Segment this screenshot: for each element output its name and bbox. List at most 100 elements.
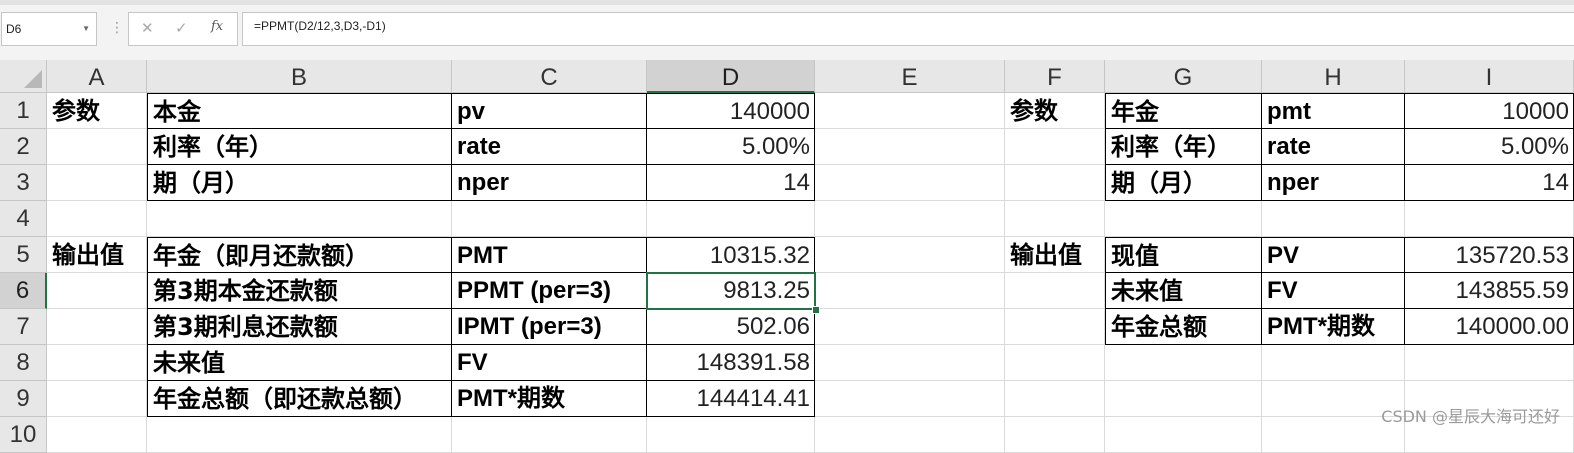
cell-e3[interactable] [815, 165, 1005, 201]
cell-d2[interactable]: 5.00% [647, 129, 815, 165]
cell-c9[interactable]: PMT*期数 [452, 381, 647, 417]
cell-a4[interactable] [47, 201, 147, 237]
cell-b1[interactable]: 本金 [147, 93, 452, 129]
row-header-9[interactable]: 9 [0, 381, 47, 417]
insert-function-icon[interactable]: fx [211, 19, 223, 34]
cell-b7[interactable]: 第3期利息还款额 [147, 309, 452, 345]
cancel-icon[interactable]: ✕ [141, 19, 154, 37]
cell-d7[interactable]: 502.06 [647, 309, 815, 345]
cell-c5[interactable]: PMT [452, 237, 647, 273]
cell-i4[interactable] [1405, 201, 1574, 237]
cell-c6[interactable]: PPMT (per=3) [452, 273, 647, 309]
cell-f3[interactable] [1005, 165, 1105, 201]
drag-handle-icon[interactable]: ⋮ [110, 18, 124, 38]
column-header-b[interactable]: B [147, 60, 452, 93]
formula-input[interactable]: =PPMT(D2/12,3,D3,-D1) [242, 12, 1574, 46]
cell-c10[interactable] [452, 417, 647, 453]
cell-h2[interactable]: rate [1262, 129, 1405, 165]
cell-i1[interactable]: 10000 [1405, 93, 1574, 129]
cell-h4[interactable] [1262, 201, 1405, 237]
column-header-h[interactable]: H [1262, 60, 1405, 93]
cell-d9[interactable]: 144414.41 [647, 381, 815, 417]
cell-a3[interactable] [47, 165, 147, 201]
cell-b6[interactable]: 第3期本金还款额 [147, 273, 452, 309]
enter-icon[interactable]: ✓ [175, 19, 188, 37]
cell-d3[interactable]: 14 [647, 165, 815, 201]
row-header-5[interactable]: 5 [0, 237, 47, 273]
cell-a6[interactable] [47, 273, 147, 309]
cell-h5[interactable]: PV [1262, 237, 1405, 273]
cell-f8[interactable] [1005, 345, 1105, 381]
cell-i2[interactable]: 5.00% [1405, 129, 1574, 165]
row-header-6[interactable]: 6 [0, 273, 47, 309]
cell-d6[interactable]: 9813.25 [647, 273, 815, 309]
row-header-8[interactable]: 8 [0, 345, 47, 381]
cell-a9[interactable] [47, 381, 147, 417]
cell-e2[interactable] [815, 129, 1005, 165]
cell-d1[interactable]: 140000 [647, 93, 815, 129]
cell-h1[interactable]: pmt [1262, 93, 1405, 129]
row-header-7[interactable]: 7 [0, 309, 47, 345]
cell-d4[interactable] [647, 201, 815, 237]
cell-c2[interactable]: rate [452, 129, 647, 165]
cell-e1[interactable] [815, 93, 1005, 129]
column-header-i[interactable]: I [1405, 60, 1574, 93]
cell-g4[interactable] [1105, 201, 1262, 237]
cell-g6[interactable]: 未来值 [1105, 273, 1262, 309]
cell-h3[interactable]: nper [1262, 165, 1405, 201]
cell-b2[interactable]: 利率（年） [147, 129, 452, 165]
cell-f7[interactable] [1005, 309, 1105, 345]
cell-g8[interactable] [1105, 345, 1262, 381]
cell-c4[interactable] [452, 201, 647, 237]
cell-b8[interactable]: 未来值 [147, 345, 452, 381]
row-header-4[interactable]: 4 [0, 201, 47, 237]
cell-c3[interactable]: nper [452, 165, 647, 201]
cell-e10[interactable] [815, 417, 1005, 453]
cell-c1[interactable]: pv [452, 93, 647, 129]
row-header-2[interactable]: 2 [0, 129, 47, 165]
name-box[interactable]: D6 ▼ [1, 12, 97, 46]
cell-e9[interactable] [815, 381, 1005, 417]
cell-d10[interactable] [647, 417, 815, 453]
column-header-f[interactable]: F [1005, 60, 1105, 93]
cell-e6[interactable] [815, 273, 1005, 309]
column-header-c[interactable]: C [452, 60, 647, 93]
cell-d8[interactable]: 148391.58 [647, 345, 815, 381]
column-header-g[interactable]: G [1105, 60, 1262, 93]
cell-g3[interactable]: 期（月） [1105, 165, 1262, 201]
cell-g10[interactable] [1105, 417, 1262, 453]
cell-a8[interactable] [47, 345, 147, 381]
cell-e4[interactable] [815, 201, 1005, 237]
cell-b5[interactable]: 年金（即月还款额） [147, 237, 452, 273]
cell-i5[interactable]: 135720.53 [1405, 237, 1574, 273]
cell-g9[interactable] [1105, 381, 1262, 417]
cell-f9[interactable] [1005, 381, 1105, 417]
cell-h8[interactable] [1262, 345, 1405, 381]
cell-f5[interactable]: 输出值 [1005, 237, 1105, 273]
select-all-corner[interactable] [0, 60, 47, 93]
cell-f1[interactable]: 参数 [1005, 93, 1105, 129]
row-header-10[interactable]: 10 [0, 417, 47, 453]
cell-e8[interactable] [815, 345, 1005, 381]
cell-a10[interactable] [47, 417, 147, 453]
cell-g2[interactable]: 利率（年） [1105, 129, 1262, 165]
cell-f10[interactable] [1005, 417, 1105, 453]
cell-a7[interactable] [47, 309, 147, 345]
cell-f6[interactable] [1005, 273, 1105, 309]
cell-b3[interactable]: 期（月） [147, 165, 452, 201]
cell-i7[interactable]: 140000.00 [1405, 309, 1574, 345]
cell-c7[interactable]: IPMT (per=3) [452, 309, 647, 345]
row-header-3[interactable]: 3 [0, 165, 47, 201]
cell-g1[interactable]: 年金 [1105, 93, 1262, 129]
cell-f4[interactable] [1005, 201, 1105, 237]
column-header-d[interactable]: D [647, 60, 815, 93]
cell-e7[interactable] [815, 309, 1005, 345]
cell-g5[interactable]: 现值 [1105, 237, 1262, 273]
cell-b10[interactable] [147, 417, 452, 453]
column-header-e[interactable]: E [815, 60, 1005, 93]
cell-b4[interactable] [147, 201, 452, 237]
cell-i8[interactable] [1405, 345, 1574, 381]
column-header-a[interactable]: A [47, 60, 147, 93]
cell-b9[interactable]: 年金总额（即还款总额） [147, 381, 452, 417]
cell-e5[interactable] [815, 237, 1005, 273]
